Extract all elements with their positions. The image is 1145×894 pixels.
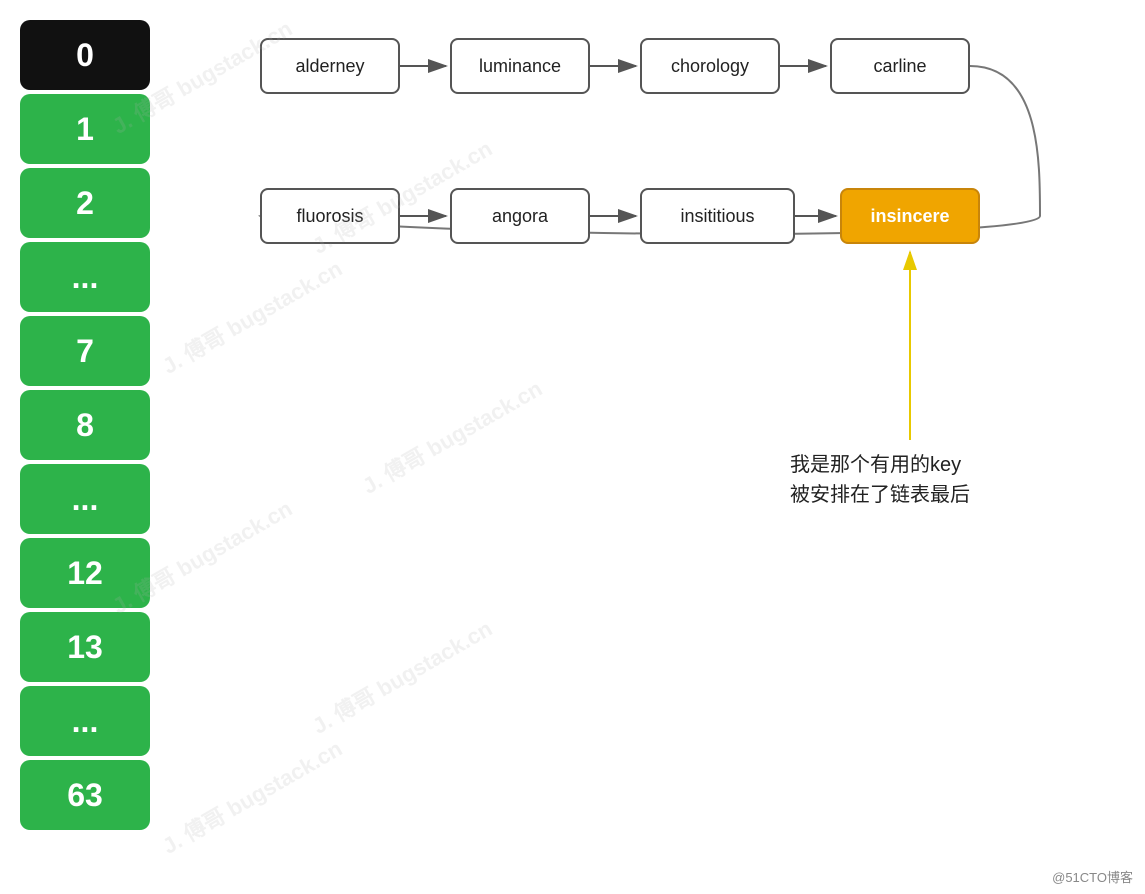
index-box-1: 1 xyxy=(20,94,150,164)
node-alderney: alderney xyxy=(260,38,400,94)
index-box-...: ... xyxy=(20,686,150,756)
node-insititious: insititious xyxy=(640,188,795,244)
index-box-13: 13 xyxy=(20,612,150,682)
node-angora: angora xyxy=(450,188,590,244)
index-box-0: 0 xyxy=(20,20,150,90)
node-luminance: luminance xyxy=(450,38,590,94)
annotation: 我是那个有用的key 被安排在了链表最后 xyxy=(790,450,970,510)
index-box-...: ... xyxy=(20,464,150,534)
copyright: @51CTO博客 xyxy=(1052,867,1133,886)
node-fluorosis: fluorosis xyxy=(260,188,400,244)
node-chorology: chorology xyxy=(640,38,780,94)
index-box-12: 12 xyxy=(20,538,150,608)
diagram: alderney luminance chorology carline flu… xyxy=(170,0,1145,894)
index-box-8: 8 xyxy=(20,390,150,460)
index-box-7: 7 xyxy=(20,316,150,386)
sidebar: 012...78...1213...63 xyxy=(20,20,150,830)
index-box-2: 2 xyxy=(20,168,150,238)
node-carline: carline xyxy=(830,38,970,94)
node-insincere: insincere xyxy=(840,188,980,244)
arrows-svg xyxy=(170,0,1145,894)
index-box-...: ... xyxy=(20,242,150,312)
index-box-63: 63 xyxy=(20,760,150,830)
